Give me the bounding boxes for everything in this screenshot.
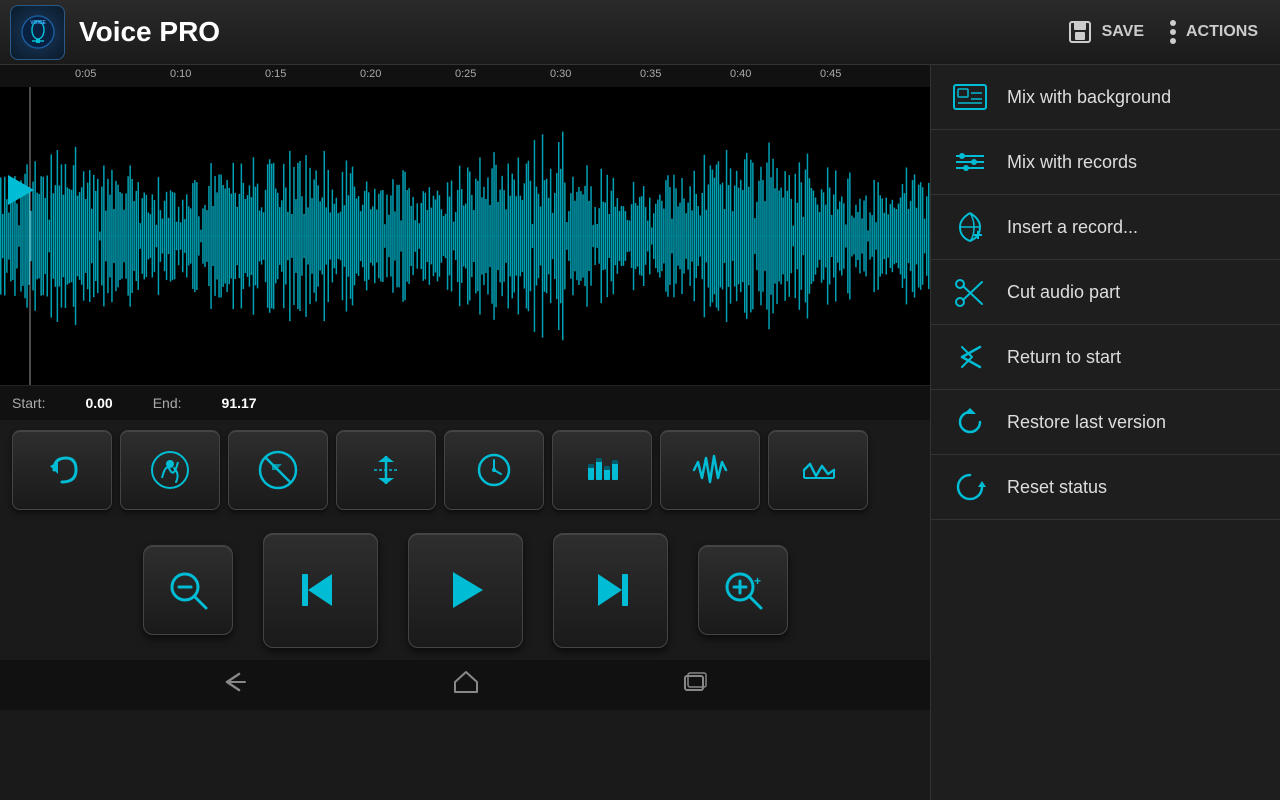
- mix-background-label: Mix with background: [1007, 87, 1171, 108]
- normalize-button[interactable]: [336, 430, 436, 510]
- return-start-label: Return to start: [1007, 347, 1121, 368]
- left-panel: 0:05 0:10 0:15 0:20 0:25 0:30 0:35 0:40 …: [0, 65, 930, 800]
- menu-item-cut-audio[interactable]: Cut audio part: [931, 260, 1280, 325]
- app-logo: VOICE: [10, 5, 65, 60]
- tick-7: 0:40: [730, 68, 751, 80]
- zoom-out-button[interactable]: [143, 545, 233, 635]
- tick-3: 0:20: [360, 68, 381, 80]
- play-position-indicator: [8, 175, 34, 205]
- tick-5: 0:30: [550, 68, 571, 80]
- noise-reduce-button[interactable]: [120, 430, 220, 510]
- svg-text:+: +: [754, 574, 761, 588]
- tick-0: 0:05: [75, 68, 96, 80]
- save-button[interactable]: SAVE: [1054, 10, 1156, 54]
- cut-audio-icon: [951, 273, 989, 311]
- menu-item-insert-record[interactable]: Insert a record...: [931, 195, 1280, 260]
- mix-records-icon: [951, 143, 989, 181]
- mute-button[interactable]: [228, 430, 328, 510]
- back-button[interactable]: [221, 670, 251, 700]
- waveform-section[interactable]: 0:05 0:10 0:15 0:20 0:25 0:30 0:35 0:40 …: [0, 65, 930, 385]
- start-label: Start:: [12, 395, 45, 411]
- recents-button[interactable]: [681, 668, 709, 702]
- tick-6: 0:35: [640, 68, 661, 80]
- tick-8: 0:45: [820, 68, 841, 80]
- android-nav: [0, 660, 930, 710]
- save-label: SAVE: [1102, 23, 1144, 41]
- actions-label: ACTIONS: [1186, 23, 1258, 41]
- status-bar: Start: 0.00 End: 91.17: [0, 385, 930, 420]
- actions-button[interactable]: ACTIONS: [1156, 10, 1270, 54]
- mix-records-label: Mix with records: [1007, 152, 1137, 173]
- svg-text:VOICE: VOICE: [30, 20, 46, 26]
- timeline: 0:05 0:10 0:15 0:20 0:25 0:30 0:35 0:40 …: [0, 65, 930, 87]
- menu-item-mix-background[interactable]: Mix with background: [931, 65, 1280, 130]
- home-button[interactable]: [451, 668, 481, 702]
- play-button[interactable]: [408, 533, 523, 648]
- dropdown-menu: Mix with background Mix with records: [930, 65, 1280, 800]
- cut-audio-label: Cut audio part: [1007, 282, 1120, 303]
- waveform-fx-button[interactable]: [660, 430, 760, 510]
- topbar: VOICE Voice PRO SAVE ACTIONS: [0, 0, 1280, 65]
- reset-icon: [951, 468, 989, 506]
- tick-2: 0:15: [265, 68, 286, 80]
- insert-record-label: Insert a record...: [1007, 217, 1138, 238]
- end-value: 91.17: [222, 395, 257, 411]
- menu-item-mix-records[interactable]: Mix with records: [931, 130, 1280, 195]
- end-label: End:: [153, 395, 182, 411]
- mix-background-icon: [951, 78, 989, 116]
- restore-label: Restore last version: [1007, 412, 1166, 433]
- reset-label: Reset status: [1007, 477, 1107, 498]
- menu-item-restore[interactable]: Restore last version: [931, 390, 1280, 455]
- menu-item-return-start[interactable]: Return to start: [931, 325, 1280, 390]
- return-start-icon: [951, 338, 989, 376]
- main-content: 0:05 0:10 0:15 0:20 0:25 0:30 0:35 0:40 …: [0, 65, 1280, 800]
- equalizer-button[interactable]: [552, 430, 652, 510]
- zoom-in-button[interactable]: +: [698, 545, 788, 635]
- transport-controls: +: [0, 520, 930, 660]
- tick-1: 0:10: [170, 68, 191, 80]
- start-value: 0.00: [85, 395, 112, 411]
- next-button[interactable]: [553, 533, 668, 648]
- restore-icon: [951, 403, 989, 441]
- undo-button[interactable]: [12, 430, 112, 510]
- tick-4: 0:25: [455, 68, 476, 80]
- waveform-display: [0, 87, 930, 385]
- effects-button[interactable]: [768, 430, 868, 510]
- previous-button[interactable]: [263, 533, 378, 648]
- toolbar: [0, 420, 930, 520]
- time-button[interactable]: [444, 430, 544, 510]
- menu-item-reset[interactable]: Reset status: [931, 455, 1280, 520]
- insert-record-icon: [951, 208, 989, 246]
- app-title: Voice PRO: [79, 16, 1054, 48]
